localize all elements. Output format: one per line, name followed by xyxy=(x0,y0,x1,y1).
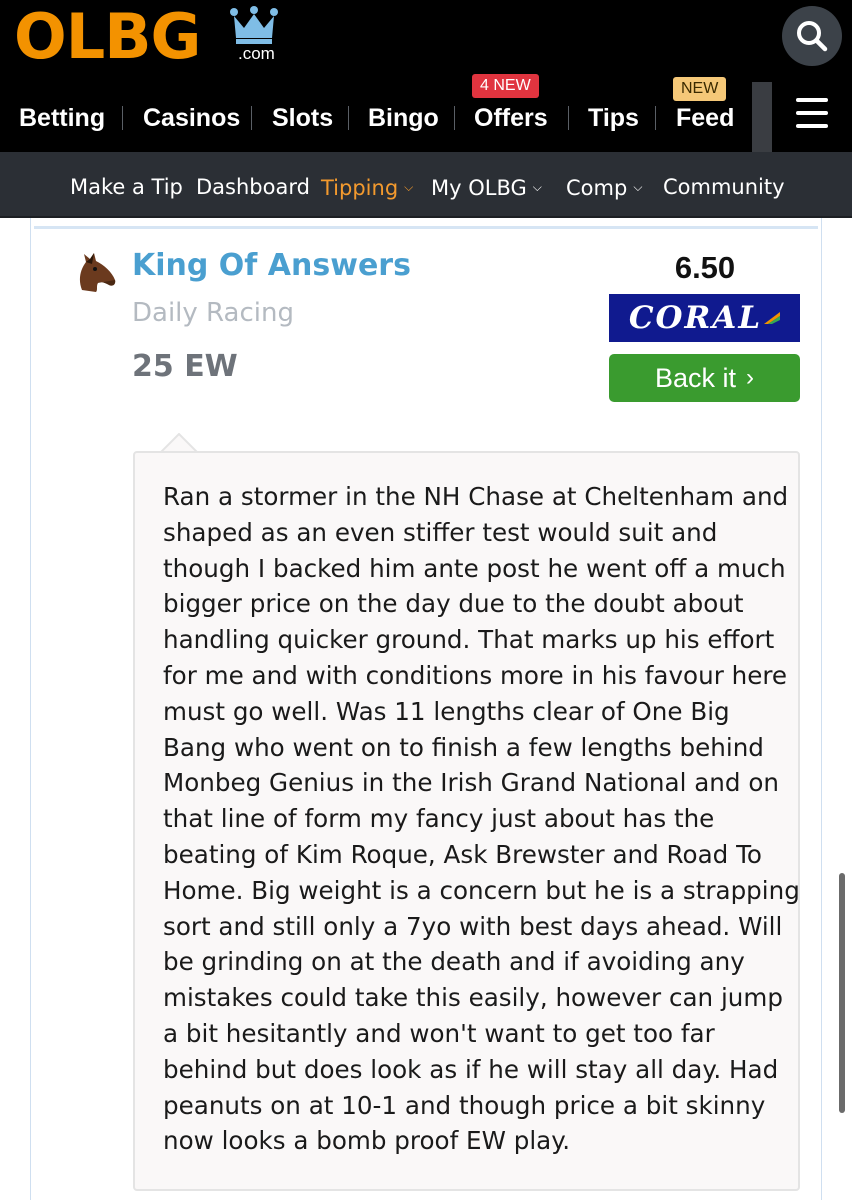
comment-line: behind but does look as if he will stay … xyxy=(163,1054,779,1084)
comment-line: for me and with conditions more in his f… xyxy=(163,660,788,690)
comment-line: Ran a stormer in the NH Chase at Chelten… xyxy=(163,482,789,511)
search-button[interactable] xyxy=(782,6,842,66)
bubble-pointer xyxy=(160,433,198,453)
nav-divider xyxy=(655,106,656,130)
tip-odds: 6.50 xyxy=(674,250,736,285)
nav-divider xyxy=(568,106,569,130)
comment-line: be grinding on at the death and if avoid… xyxy=(163,947,745,977)
nav-feed[interactable]: Feed xyxy=(676,96,734,140)
comment-line: sort and still only a 7yo with best days… xyxy=(163,911,783,941)
nav-divider xyxy=(122,106,123,130)
nav-betting[interactable]: Betting xyxy=(19,96,105,140)
comment-line: beating of Kim Roque, Ask Brewster and R… xyxy=(163,839,762,869)
comment-line: handling quicker ground. That marks up h… xyxy=(163,625,775,655)
comment-line: Bang who went on to finish a few lengths… xyxy=(163,732,764,762)
bookmaker-flag-icon xyxy=(764,312,781,324)
nav-tips[interactable]: Tips xyxy=(588,96,639,140)
nav-offers[interactable]: Offers xyxy=(474,96,548,140)
logo-wordmark: OLBG xyxy=(14,0,201,73)
comment-line: now looks a bomb proof EW play. xyxy=(163,1126,571,1156)
tip-comment-box: Ran a stormer in the NH Chase at Chelten… xyxy=(133,451,800,1191)
logo-suffix: .com xyxy=(238,44,275,63)
tip-category: Daily Racing xyxy=(132,298,294,328)
nav-bingo[interactable]: Bingo xyxy=(368,96,439,140)
subnav-dashboard[interactable]: Dashboard xyxy=(196,152,310,222)
tip-stake: 25 EW xyxy=(132,349,238,384)
back-it-label: Back it xyxy=(654,362,737,393)
sub-nav: Make a Tip Dashboard Tipping ⌵ My OLBG ⌵ C… xyxy=(0,152,852,218)
subnav-comp-label: Comp xyxy=(566,176,628,200)
olbg-logo[interactable]: OLBG .com xyxy=(14,0,278,73)
comment-line: though I backed him ante post he went of… xyxy=(163,553,786,583)
comment-line: must go well. Was 11 lengths clear of On… xyxy=(163,696,730,726)
tip-comment-text: Ran a stormer in the NH Chase at Chelten… xyxy=(163,479,800,1159)
card-top-border xyxy=(34,226,818,229)
comment-line: peanuts on at 10-1 and though price a bi… xyxy=(163,1090,766,1120)
comment-line: bigger price on the day due to the doubt… xyxy=(163,589,744,619)
subnav-tipping[interactable]: Tipping ⌵ xyxy=(321,152,413,223)
chevron-down-icon: ⌵ xyxy=(404,180,414,194)
site-header: OLBG .com Betting Casinos Slots Bingo Of… xyxy=(0,0,852,152)
bookmaker-logo[interactable]: CORAL xyxy=(609,294,800,342)
horse-head-icon xyxy=(79,253,116,292)
comment-line: Monbeg Genius in the Irish Grand Nationa… xyxy=(163,768,779,798)
subnav-community[interactable]: Community xyxy=(663,152,785,222)
comment-line: shaped as an even stiffer test would sui… xyxy=(163,517,718,547)
subnav-comp[interactable]: Comp ⌵ xyxy=(566,152,642,223)
page-scrollbar[interactable] xyxy=(839,873,845,1113)
comment-line: Home. Big weight is a concern but he is … xyxy=(163,875,800,905)
feed-new-badge: NEW xyxy=(673,77,727,101)
hamburger-menu-icon[interactable] xyxy=(796,98,828,128)
nav-slots[interactable]: Slots xyxy=(272,96,333,140)
nav-divider xyxy=(454,106,455,130)
nav-casinos[interactable]: Casinos xyxy=(143,96,240,140)
subnav-tipping-label: Tipping xyxy=(321,176,399,200)
offers-new-badge: 4 NEW xyxy=(472,74,539,98)
nav-divider xyxy=(251,106,252,130)
comment-line: a bit hesitantly and won't want to get t… xyxy=(163,1018,715,1048)
comment-line: that line of form my fancy just about ha… xyxy=(163,804,715,834)
back-it-button[interactable]: Back it › xyxy=(609,354,800,402)
chevron-down-icon: ⌵ xyxy=(633,180,643,194)
chevron-right-icon: › xyxy=(746,364,755,391)
subnav-my-olbg[interactable]: My OLBG ⌵ xyxy=(431,152,542,223)
search-icon xyxy=(797,21,828,52)
nav-divider xyxy=(348,106,349,130)
bookmaker-name: CORAL xyxy=(628,300,763,336)
menu-separator xyxy=(752,82,772,152)
subnav-make-a-tip[interactable]: Make a Tip xyxy=(70,152,183,222)
main-nav: Betting Casinos Slots Bingo Offers Tips … xyxy=(0,96,760,140)
chevron-down-icon: ⌵ xyxy=(532,180,542,194)
horse-name-link[interactable]: King Of Answers xyxy=(132,248,411,283)
comment-line: mistakes could take this easily, however… xyxy=(163,983,783,1013)
crown-icon xyxy=(230,6,278,44)
subnav-my-olbg-label: My OLBG xyxy=(431,176,527,200)
